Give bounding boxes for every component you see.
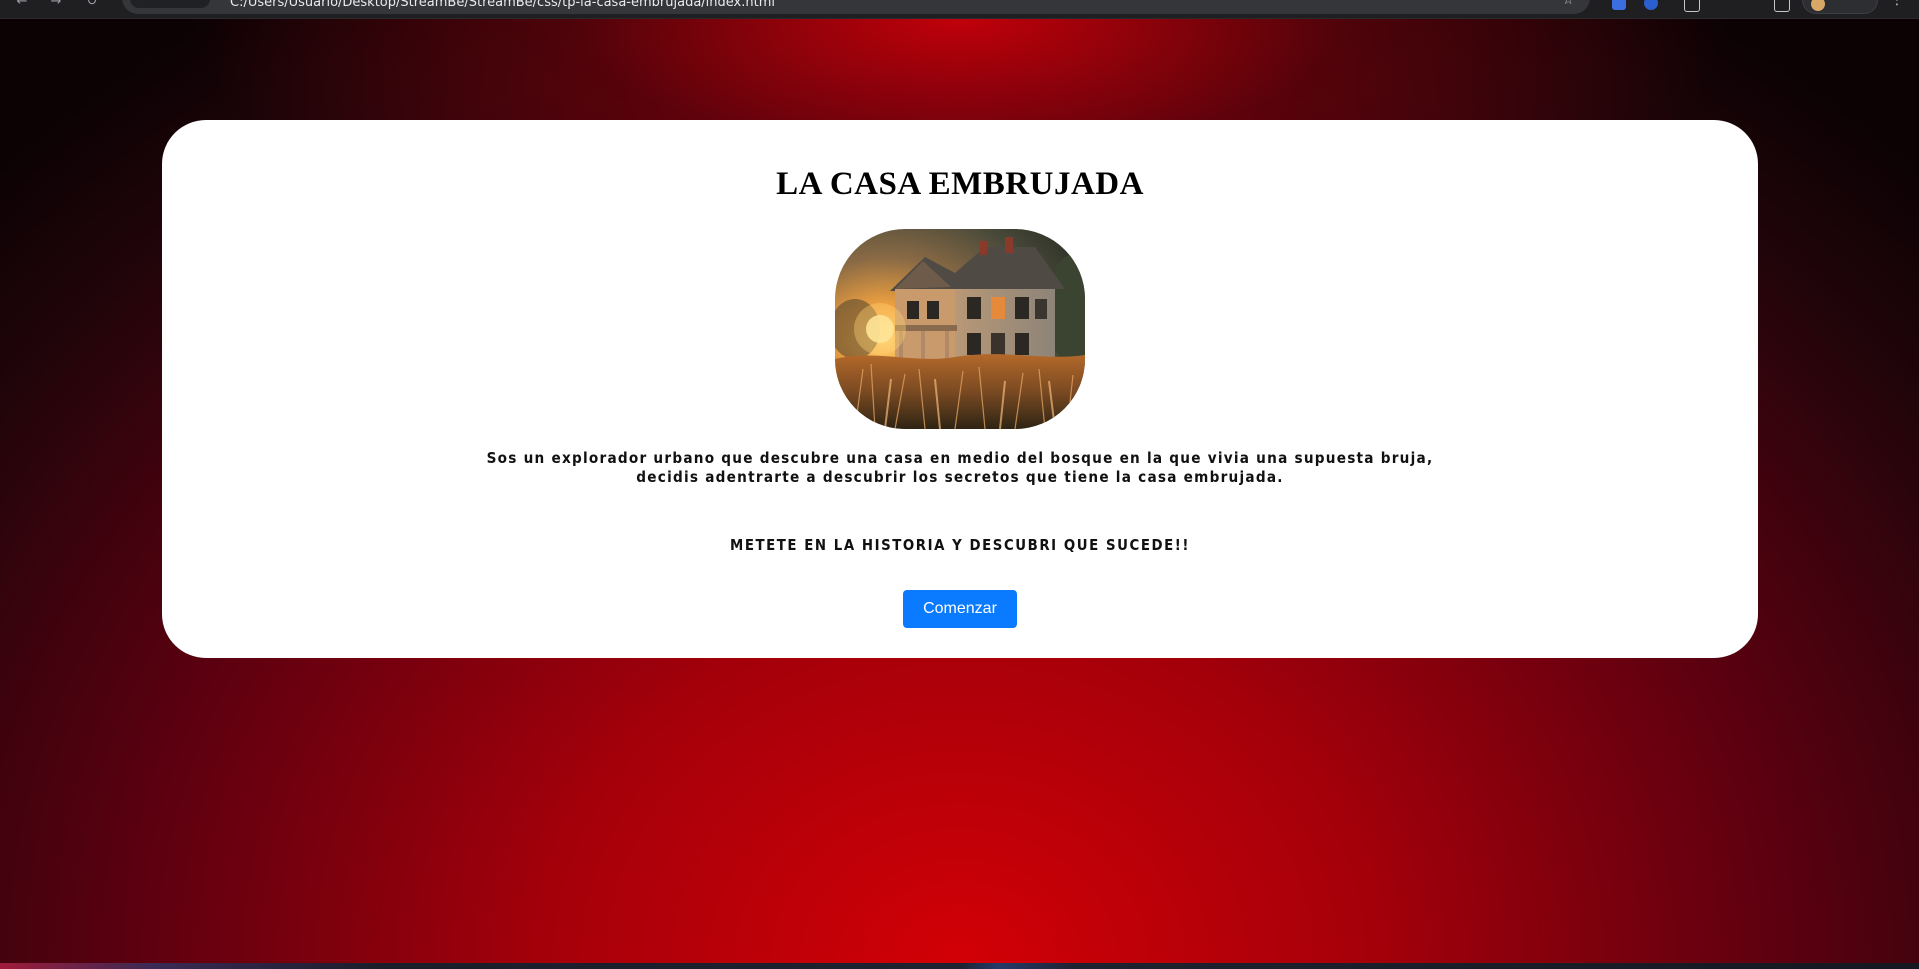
page-title: LA CASA EMBRUJADA [776, 166, 1144, 202]
forward-icon[interactable]: → [48, 0, 64, 10]
back-icon[interactable]: ← [14, 0, 30, 10]
extension-icon[interactable] [1644, 0, 1658, 10]
site-info-chip[interactable] [130, 0, 210, 8]
page-background: LA CASA EMBRUJADA Sos un explorador urba… [0, 18, 1919, 963]
avatar [1811, 0, 1825, 11]
reload-icon[interactable]: ↻ [84, 0, 100, 10]
browser-toolbar: ← → ↻ C:/Users/Usuario/Desktop/StreamBe/… [0, 0, 1919, 19]
profile-button[interactable] [1802, 0, 1878, 14]
haunted-house-illustration [835, 229, 1085, 429]
side-panel-icon[interactable] [1774, 0, 1790, 12]
star-icon[interactable]: ☆ [1562, 0, 1574, 8]
taskbar-edge [0, 963, 1919, 969]
extension-icon[interactable] [1612, 0, 1626, 10]
haunted-house-image [835, 229, 1085, 429]
address-bar[interactable]: C:/Users/Usuario/Desktop/StreamBe/Stream… [122, 0, 1590, 14]
story-card: LA CASA EMBRUJADA Sos un explorador urba… [162, 120, 1758, 658]
start-button[interactable]: Comenzar [903, 590, 1017, 628]
extensions-puzzle-icon[interactable] [1684, 0, 1700, 12]
menu-icon[interactable]: ⋮ [1890, 0, 1904, 8]
story-description: Sos un explorador urbano que descubre un… [486, 449, 1434, 486]
url-text[interactable]: C:/Users/Usuario/Desktop/StreamBe/Stream… [230, 0, 775, 10]
call-to-action-text: METETE EN LA HISTORIA Y DESCUBRI QUE SUC… [730, 536, 1190, 554]
